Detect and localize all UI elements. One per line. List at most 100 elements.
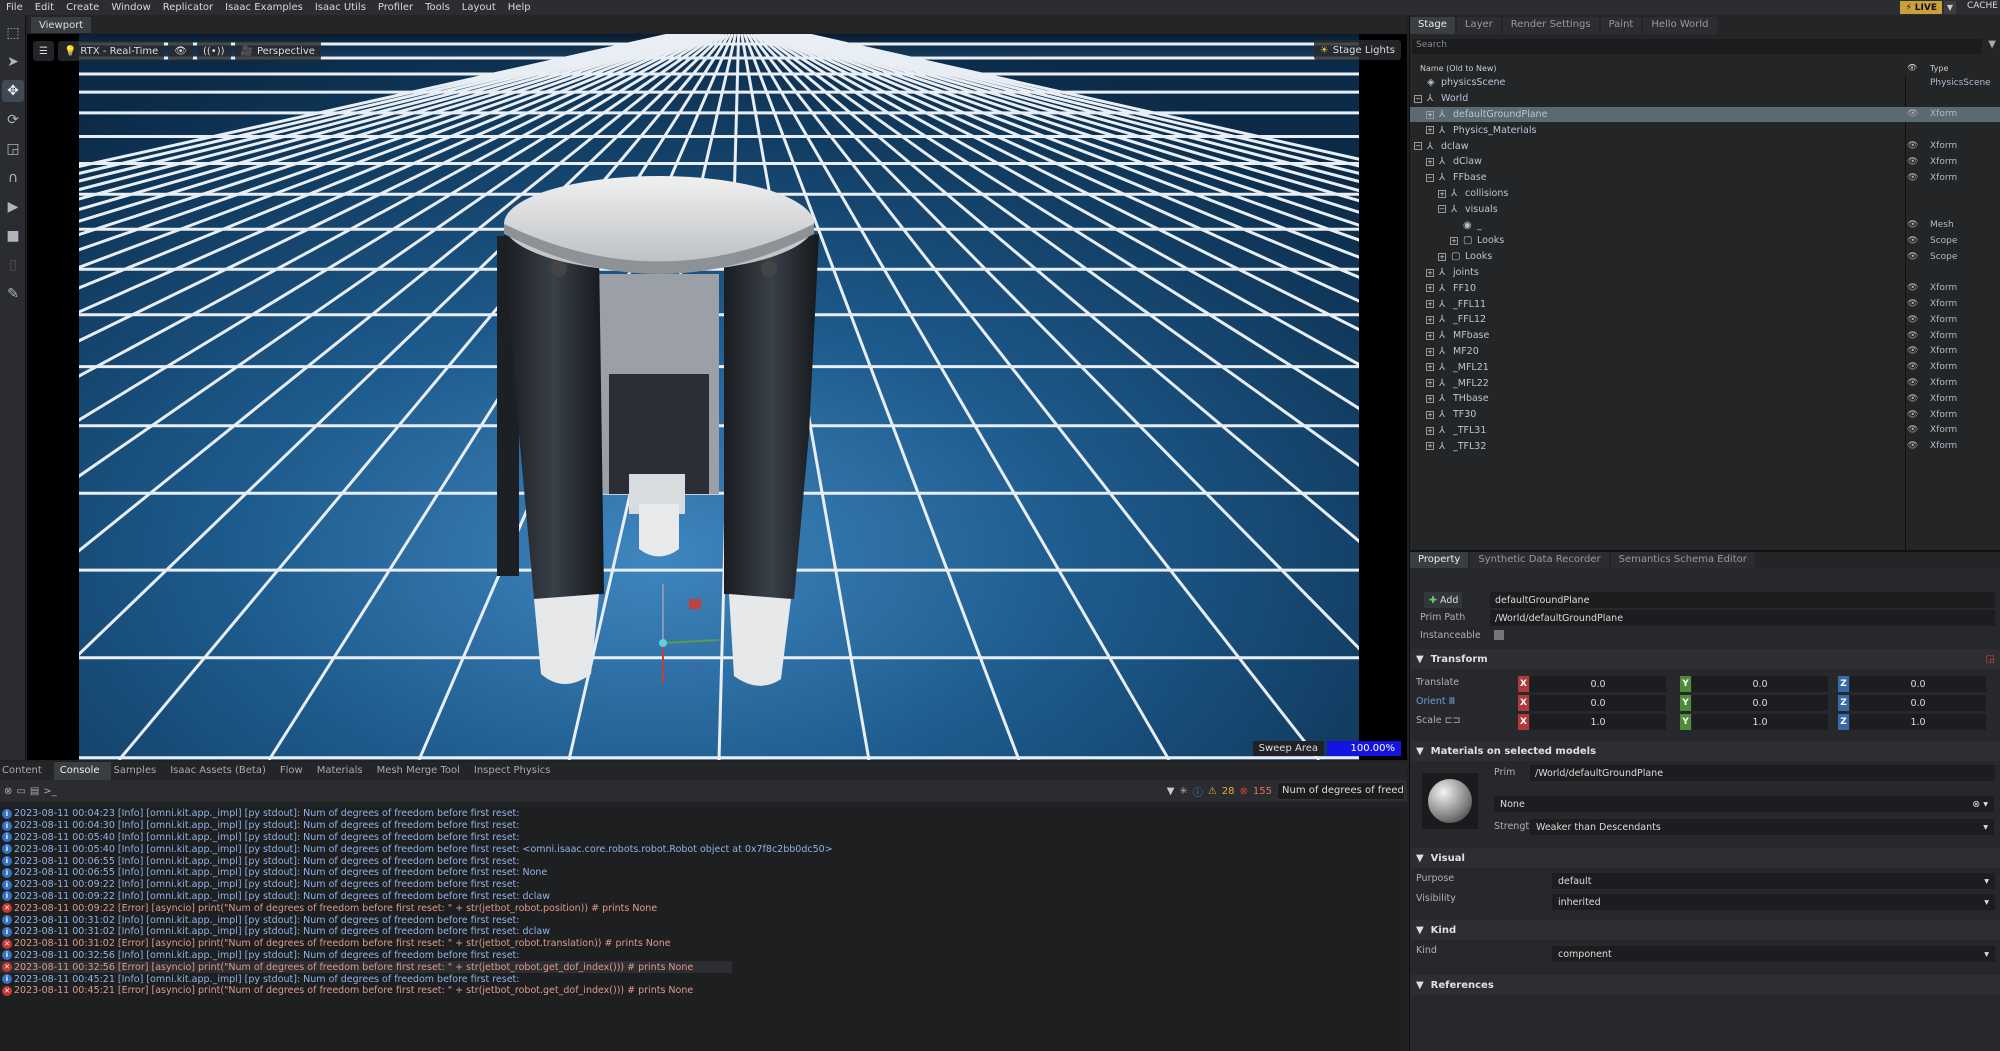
- stage-row[interactable]: + ⅄ _TFL31 👁 Xform: [1410, 423, 2000, 439]
- transform-menu-icon[interactable]: ◲: [1986, 654, 1995, 665]
- visibility-column-icon[interactable]: 👁: [1907, 63, 1917, 72]
- collapse-icon[interactable]: −: [1426, 173, 1434, 182]
- stage-row[interactable]: − ⅄ World: [1410, 91, 2000, 107]
- visibility-icon[interactable]: 👁: [1907, 315, 1918, 325]
- orient-y-field[interactable]: 0.0: [1692, 695, 1828, 711]
- console-search-input[interactable]: Num of degrees of freedom be: [1277, 782, 1405, 800]
- translate-y-field[interactable]: 0.0: [1692, 676, 1828, 692]
- stage-tab[interactable]: Stage: [1410, 17, 1455, 34]
- filter-icon[interactable]: ▼: [1167, 786, 1175, 797]
- expand-icon[interactable]: +: [1426, 126, 1434, 135]
- property-tab[interactable]: Synthetic Data Recorder: [1470, 552, 1609, 569]
- bottom-tab[interactable]: Mesh Merge Tool: [375, 762, 472, 780]
- menu-item[interactable]: Profiler: [372, 2, 419, 13]
- stage-tab[interactable]: Layer: [1456, 17, 1501, 34]
- stop-icon[interactable]: ■: [2, 225, 24, 247]
- log-line[interactable]: i 2023-08-11 00:05:40 [Info] [omni.kit.ap…: [0, 843, 1407, 855]
- link-icon[interactable]: ⊏⊐: [1445, 715, 1461, 726]
- clear-icon[interactable]: ⊗ ▾: [1972, 799, 1988, 810]
- stage-row[interactable]: + ⅄ TF30 👁 Xform: [1410, 407, 2000, 423]
- bottom-tab[interactable]: Content: [0, 762, 54, 780]
- collapse-icon[interactable]: −: [1414, 142, 1422, 151]
- material-prim-field[interactable]: /World/defaultGroundPlane: [1530, 765, 1995, 781]
- menu-item[interactable]: Replicator: [157, 2, 219, 13]
- orient-x-field[interactable]: 0.0: [1530, 695, 1666, 711]
- stage-search-input[interactable]: Search: [1412, 39, 1982, 54]
- expand-icon[interactable]: +: [1426, 315, 1434, 324]
- menu-item[interactable]: Create: [60, 2, 105, 13]
- expand-icon[interactable]: +: [1426, 426, 1434, 435]
- log-line[interactable]: i 2023-08-11 00:32:56 [Info] [omni.kit.ap…: [0, 950, 1407, 962]
- menu-item[interactable]: File: [0, 2, 29, 13]
- log-line[interactable]: i 2023-08-11 00:04:30 [Info] [omni.kit.ap…: [0, 820, 1407, 832]
- expand-icon[interactable]: +: [1426, 331, 1434, 340]
- kind-dropdown[interactable]: component ▾: [1552, 946, 1995, 962]
- log-line[interactable]: i 2023-08-11 00:09:22 [Info] [omni.kit.ap…: [0, 879, 1407, 891]
- pointer-icon[interactable]: ➤: [2, 51, 24, 73]
- material-dropdown[interactable]: None ⊗ ▾: [1494, 796, 1994, 812]
- type-column-header[interactable]: Type: [1930, 64, 1948, 73]
- materials-section[interactable]: ▼ Materials on selected models: [1410, 741, 2000, 761]
- scale-y-field[interactable]: 1.0: [1692, 714, 1828, 730]
- scene-render[interactable]: [79, 34, 1359, 760]
- visual-section[interactable]: ▼ Visual: [1410, 848, 2000, 868]
- expand-icon[interactable]: +: [1426, 379, 1434, 388]
- scale-icon[interactable]: ◲: [2, 138, 24, 160]
- move-icon[interactable]: ✥: [2, 80, 24, 102]
- audio-icon[interactable]: ((•)): [197, 41, 231, 61]
- log-line[interactable]: i 2023-08-11 00:31:02 [Info] [omni.kit.ap…: [0, 926, 1407, 938]
- pause-icon[interactable]: ▯: [2, 254, 24, 276]
- transform-section[interactable]: ▼ Transform ◲: [1410, 649, 2000, 669]
- expand-icon[interactable]: +: [1438, 189, 1446, 198]
- visibility-icon[interactable]: 👁: [1907, 410, 1918, 420]
- bottom-tab[interactable]: Materials: [315, 762, 375, 780]
- log-line[interactable]: i 2023-08-11 00:09:22 [Info] [omni.kit.ap…: [0, 891, 1407, 903]
- stage-row[interactable]: + ⅄ _FFL12 👁 Xform: [1410, 312, 2000, 328]
- visibility-icon[interactable]: 👁: [1907, 346, 1918, 356]
- visibility-icon[interactable]: 👁: [1907, 425, 1918, 435]
- menu-item[interactable]: Isaac Examples: [219, 2, 309, 13]
- folder-icon[interactable]: ▤: [30, 786, 39, 797]
- eye-icon[interactable]: 👁: [168, 41, 193, 61]
- stage-row[interactable]: + ⅄ Physics_Materials: [1410, 122, 2000, 138]
- prim-path-field[interactable]: /World/defaultGroundPlane: [1490, 610, 1995, 626]
- expand-icon[interactable]: +: [1426, 268, 1434, 277]
- stage-tree[interactable]: ◈ physicsScene PhysicsScene − ⅄ World + ⅄ defaul…: [1410, 75, 2000, 540]
- visibility-icon[interactable]: 👁: [1907, 283, 1918, 293]
- stage-row[interactable]: + ⅄ MF20 👁 Xform: [1410, 344, 2000, 360]
- menu-item[interactable]: Help: [502, 2, 537, 13]
- collapse-icon[interactable]: −: [1438, 205, 1446, 214]
- bottom-tab[interactable]: Samples: [111, 762, 168, 780]
- purpose-dropdown[interactable]: default ▾: [1552, 873, 1995, 889]
- clear-icon[interactable]: ⊗: [4, 786, 12, 797]
- stage-row[interactable]: ◉ _ 👁 Mesh: [1410, 217, 2000, 233]
- expand-icon[interactable]: +: [1438, 252, 1446, 261]
- visibility-icon[interactable]: 👁: [1907, 299, 1918, 309]
- log-line[interactable]: i 2023-08-11 00:05:40 [Info] [omni.kit.ap…: [0, 832, 1407, 844]
- rotate-icon[interactable]: ⟳: [2, 109, 24, 131]
- renderer-dropdown[interactable]: 💡 RTX - Real-Time: [57, 41, 165, 61]
- visibility-icon[interactable]: 👁: [1907, 109, 1918, 119]
- verbose-icon[interactable]: ✳: [1179, 786, 1187, 797]
- snap-icon[interactable]: ∩: [2, 167, 24, 189]
- property-tab[interactable]: Property: [1410, 552, 1469, 569]
- visibility-icon[interactable]: 👁: [1907, 252, 1918, 262]
- stage-row[interactable]: + ⅄ dClaw 👁 Xform: [1410, 154, 2000, 170]
- expand-icon[interactable]: +: [1426, 363, 1434, 372]
- expand-icon[interactable]: +: [1426, 394, 1434, 403]
- stage-row[interactable]: + ⅄ _MFL22 👁 Xform: [1410, 375, 2000, 391]
- visibility-icon[interactable]: 👁: [1907, 378, 1918, 388]
- tab-viewport[interactable]: Viewport: [31, 17, 92, 33]
- expand-icon[interactable]: +: [1426, 442, 1434, 451]
- log-line[interactable]: i 2023-08-11 00:04:23 [Info] [omni.kit.ap…: [0, 808, 1407, 820]
- stage-tab[interactable]: Render Settings: [1502, 17, 1599, 34]
- expand-icon[interactable]: +: [1426, 284, 1434, 293]
- stage-row[interactable]: + ⅄ FF10 👁 Xform: [1410, 280, 2000, 296]
- visibility-icon[interactable]: 👁: [1907, 220, 1918, 230]
- live-dropdown-icon[interactable]: ▼: [1944, 1, 1956, 14]
- scale-z-field[interactable]: 1.0: [1850, 714, 1986, 730]
- stage-row[interactable]: + ⅄ THbase 👁 Xform: [1410, 391, 2000, 407]
- stage-row[interactable]: + ⅄ MFbase 👁 Xform: [1410, 328, 2000, 344]
- play-icon[interactable]: ▶: [2, 196, 24, 218]
- stage-lights-button[interactable]: ☀ Stage Lights: [1313, 40, 1401, 60]
